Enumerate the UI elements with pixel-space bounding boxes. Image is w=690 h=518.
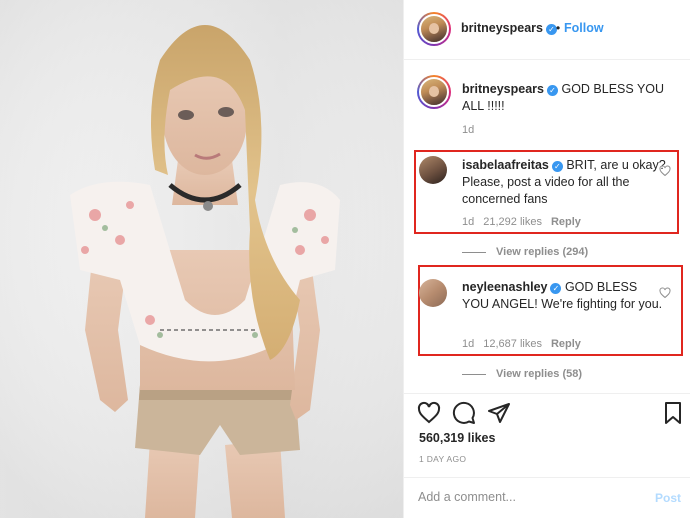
verified-badge-icon: ✓	[550, 283, 562, 294]
post-actions: 560,319 likes 1 DAY AGO Post	[404, 393, 690, 518]
follow-button[interactable]: Follow	[564, 21, 604, 35]
comment-like-heart-icon[interactable]	[659, 287, 671, 299]
comment-likes[interactable]: 21,292 likes	[483, 216, 542, 228]
comment-avatar-neyleenashley[interactable]	[419, 279, 447, 307]
caption-author-username[interactable]: britneyspears	[462, 82, 544, 96]
view-replies-button[interactable]: View replies (58)	[462, 368, 582, 380]
post-header: britneyspears ✓ • Follow	[404, 0, 690, 60]
replies-divider-line	[462, 373, 486, 375]
comment-bubble-icon[interactable]	[452, 401, 476, 425]
caption-author-avatar-image	[419, 77, 449, 107]
paper-plane-icon[interactable]	[487, 401, 511, 425]
comment-neyleenashley: neyleenashley ✓ GOD BLESS YOU ANGEL! We'r…	[462, 279, 667, 313]
replies-divider-line	[462, 251, 486, 253]
comment-username[interactable]: neyleenashley	[462, 280, 547, 294]
separator-dot: •	[556, 21, 561, 35]
comment-input[interactable]	[418, 490, 628, 504]
post-side-panel: britneyspears ✓ • Follow britneyspears ✓ G…	[403, 0, 690, 518]
view-replies-label: View replies (294)	[496, 246, 589, 258]
heart-icon[interactable]	[417, 401, 441, 425]
caption-age: 1d	[462, 124, 483, 136]
reply-button[interactable]: Reply	[551, 338, 581, 350]
view-replies-label: View replies (58)	[496, 368, 583, 380]
post-photo[interactable]	[0, 0, 403, 518]
caption-author-avatar[interactable]	[417, 75, 451, 109]
post-comment-button[interactable]: Post	[655, 491, 681, 505]
author-avatar-image	[419, 14, 449, 44]
reply-button[interactable]: Reply	[551, 216, 581, 228]
verified-badge-icon: ✓	[546, 85, 558, 96]
bookmark-icon[interactable]	[661, 401, 685, 425]
caption-age-text: 1d	[462, 124, 475, 136]
view-replies-button[interactable]: View replies (294)	[462, 246, 588, 258]
verified-badge-icon: ✓	[551, 161, 563, 172]
add-comment-bar: Post	[404, 477, 690, 518]
post-caption: britneyspears ✓ GOD BLESS YOU ALL !!!!!	[462, 81, 677, 115]
post-like-count[interactable]: 560,319 likes	[419, 431, 495, 445]
post-date: 1 DAY AGO	[419, 454, 467, 464]
comment-age: 1d	[462, 338, 475, 350]
author-username[interactable]: britneyspears ✓	[461, 21, 557, 35]
comment-isabelaafreitas: isabelaafreitas ✓ BRIT, are u okay? Pleas…	[462, 157, 667, 208]
comment-meta: 1d 12,687 likes Reply	[462, 338, 590, 350]
comment-username[interactable]: isabelaafreitas	[462, 158, 549, 172]
comments-list[interactable]: britneyspears ✓ GOD BLESS YOU ALL !!!!! 1…	[404, 61, 690, 393]
comment-meta: 1d 21,292 likes Reply	[462, 216, 590, 228]
comment-age: 1d	[462, 216, 475, 228]
photo-subject	[0, 0, 403, 518]
comment-like-heart-icon[interactable]	[659, 165, 671, 177]
comment-likes[interactable]: 12,687 likes	[483, 338, 542, 350]
comment-avatar-isabelaafreitas[interactable]	[419, 156, 447, 184]
author-username-text: britneyspears	[461, 21, 543, 35]
author-avatar[interactable]	[417, 12, 451, 46]
